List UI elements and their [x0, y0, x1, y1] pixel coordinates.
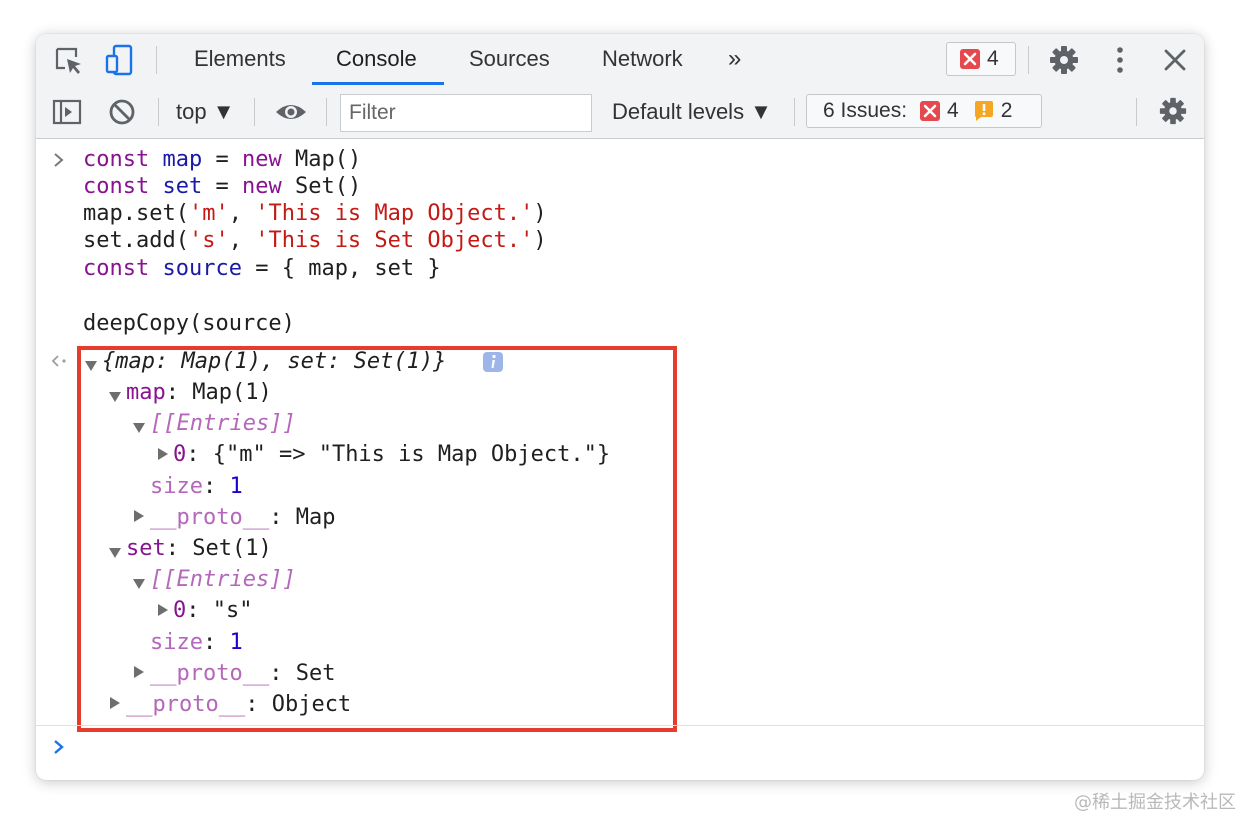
more-tabs-button[interactable]: » [726, 34, 743, 86]
filter-input[interactable] [340, 94, 592, 132]
devtools-tabbar: Elements Console Sources Network » 4 [36, 34, 1204, 87]
settings-gear-icon[interactable] [1048, 44, 1080, 76]
close-icon[interactable] [1162, 47, 1188, 73]
console-prompt-icon[interactable] [52, 737, 66, 757]
warning-icon [973, 100, 995, 122]
toolbar-separator [794, 98, 795, 126]
expand-toggle[interactable] [158, 448, 168, 460]
active-tab-indicator [312, 82, 444, 85]
tab-elements[interactable]: Elements [192, 34, 288, 86]
devtools-window: Elements Console Sources Network » 4 top… [36, 34, 1204, 780]
expand-toggle[interactable] [158, 604, 168, 616]
tab-sources[interactable]: Sources [467, 34, 552, 86]
console-output[interactable]: const map = new Map() const set = new Se… [36, 139, 1204, 780]
tabbar-separator [156, 46, 157, 74]
code-line: const source = { map, set } [83, 256, 441, 281]
expand-toggle[interactable] [134, 666, 144, 678]
toolbar-separator [158, 98, 159, 126]
error-icon [959, 48, 981, 70]
toolbar-separator [1136, 98, 1137, 126]
tree-row-set-size: size: 1 [150, 630, 243, 655]
expand-toggle[interactable] [134, 510, 144, 522]
expand-toggle[interactable] [109, 392, 121, 402]
expand-toggle[interactable] [109, 548, 121, 558]
live-expression-eye-icon[interactable] [274, 100, 308, 124]
issues-error-count: 4 [947, 99, 959, 122]
expand-toggle[interactable] [133, 423, 145, 433]
code-line: const map = new Map() [83, 147, 362, 172]
tree-row-map-entries[interactable]: [[Entries]] [150, 410, 296, 438]
tree-row-map-entry-0[interactable]: 0: {"m" => "This is Map Object."} [173, 441, 610, 469]
log-levels-dropdown[interactable]: Default levels ▼ [612, 86, 772, 138]
issues-label: 6 Issues: [823, 99, 908, 122]
info-icon[interactable] [482, 351, 504, 373]
code-line: map.set('m', 'This is Map Object.') [83, 201, 547, 226]
clear-console-icon[interactable] [108, 98, 136, 126]
toolbar-separator [326, 98, 327, 126]
more-options-icon[interactable] [1110, 45, 1130, 75]
tree-row-object-proto[interactable]: __proto__: Object [126, 691, 351, 719]
tabbar-separator [1028, 46, 1029, 74]
expand-toggle[interactable] [133, 579, 145, 589]
code-line: const set = new Set() [83, 174, 362, 199]
expand-toggle[interactable] [110, 697, 120, 709]
tree-row-map-proto[interactable]: __proto__: Map [150, 504, 335, 532]
tree-row-set-entry-0[interactable]: 0: "s" [173, 597, 252, 625]
input-prompt-chevron-icon [52, 151, 66, 169]
tree-row-set[interactable]: set: Set(1) [126, 535, 272, 563]
context-selector[interactable]: top ▼ [176, 86, 234, 138]
tab-network[interactable]: Network [600, 34, 685, 86]
issues-button[interactable]: 6 Issues: 4 2 [806, 94, 1042, 128]
expand-toggle[interactable] [85, 361, 97, 371]
toolbar-separator [254, 98, 255, 126]
result-arrow-icon [50, 353, 68, 369]
tree-row-set-entries[interactable]: [[Entries]] [150, 566, 296, 594]
error-count: 4 [987, 47, 999, 70]
device-toolbar-icon[interactable] [104, 44, 136, 76]
tree-row-map[interactable]: map: Map(1) [126, 379, 272, 407]
error-count-badge[interactable]: 4 [946, 42, 1016, 76]
tab-console[interactable]: Console [334, 34, 419, 86]
console-settings-gear-icon[interactable] [1158, 96, 1188, 126]
error-icon [919, 100, 941, 122]
code-line: set.add('s', 'This is Set Object.') [83, 228, 547, 253]
inspect-element-icon[interactable] [54, 46, 84, 76]
tree-row-set-proto[interactable]: __proto__: Set [150, 660, 335, 688]
console-prompt-separator [36, 725, 1204, 726]
issues-warning-count: 2 [1000, 99, 1013, 122]
object-summary[interactable]: {map: Map(1), set: Set(1)} [102, 348, 446, 376]
tree-row-map-size: size: 1 [150, 474, 243, 499]
code-line: deepCopy(source) [83, 311, 295, 336]
show-sidebar-icon[interactable] [52, 98, 82, 126]
watermark: @稀土掘金技术社区 [1074, 792, 1236, 813]
